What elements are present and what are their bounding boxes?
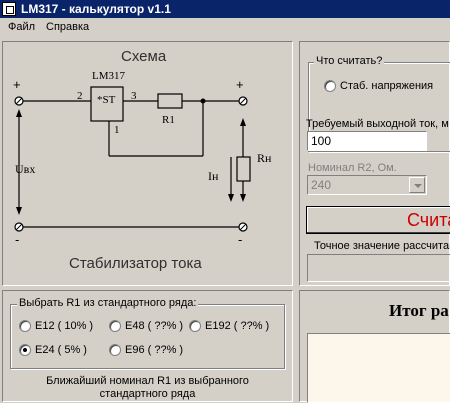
r1-series-groupbox — [10, 304, 285, 369]
pin-3: 3 — [131, 90, 137, 102]
nearest-label-1: Ближайший номинал R1 из выбранного — [46, 375, 249, 387]
schema-panel: Схема LM317 *ST 2 3 1 R1 Rн Uвх Iн + + -… — [2, 41, 293, 286]
result-box — [307, 333, 450, 403]
schema-title: Схема — [121, 48, 167, 65]
current-label: Требуемый выходной ток, м — [306, 118, 449, 130]
rn-label: Rн — [257, 151, 272, 165]
plus-left: + — [13, 77, 21, 92]
i-label: Iн — [208, 169, 219, 183]
calc-panel: Что считать? Стаб. напряжения Требуемый … — [299, 41, 450, 286]
menu-file[interactable]: Файл — [6, 20, 37, 35]
r2-value: 240 — [311, 178, 332, 192]
exact-value-field — [307, 254, 450, 282]
minus-right: - — [238, 232, 243, 247]
r2-label: Номинал R2, Ом. — [308, 162, 397, 174]
chevron-down-icon[interactable] — [409, 177, 425, 193]
label-e24: E24 ( 5% ) — [35, 344, 87, 356]
r1-label: R1 — [162, 114, 175, 126]
mode-radio[interactable] — [324, 80, 336, 92]
mode-label: Стаб. напряжения — [340, 80, 434, 92]
result-title: Итог ра — [389, 301, 449, 320]
menu-help[interactable]: Справка — [44, 20, 91, 35]
result-panel: Итог ра — [299, 290, 450, 403]
calculate-button[interactable]: Счита — [306, 206, 450, 234]
radio-e96[interactable] — [109, 344, 121, 356]
schema-diagram — [14, 86, 251, 232]
r1-series-panel: Выбрать R1 из стандартного ряда: E12 ( 1… — [2, 290, 293, 402]
label-e96: E96 ( ??% ) — [125, 344, 184, 356]
radio-e12[interactable] — [19, 320, 31, 332]
mode-group-title: Что считать? — [314, 55, 385, 68]
plus-right: + — [236, 77, 244, 92]
current-input[interactable]: 100 — [307, 131, 427, 151]
uin-label: Uвх — [15, 162, 36, 176]
radio-e24[interactable] — [19, 344, 31, 356]
pin-2: 2 — [77, 90, 83, 102]
menu-bar: Файл Справка — [0, 18, 450, 37]
title-bar: LM317 - калькулятор v1.1 — [0, 0, 450, 18]
calculate-label: Счита — [407, 210, 450, 230]
radio-e192[interactable] — [189, 320, 201, 332]
label-e192: E192 ( ??% ) — [205, 320, 270, 332]
schema-caption: Стабилизатор тока — [69, 255, 202, 272]
radio-e48[interactable] — [109, 320, 121, 332]
exact-label: Точное значение рассчитан — [314, 240, 450, 252]
chip-inner-label: *ST — [97, 94, 116, 106]
minus-left: - — [15, 232, 20, 247]
app-icon[interactable] — [2, 2, 16, 16]
label-e12: E12 ( 10% ) — [35, 320, 94, 332]
r1-series-title: Выбрать R1 из стандартного ряда: — [17, 297, 199, 310]
label-e48: E48 ( ??% ) — [125, 320, 184, 332]
pin-1: 1 — [114, 124, 120, 136]
r2-select[interactable]: 240 — [307, 175, 427, 195]
nearest-label-2: стандартного ряда — [99, 388, 196, 400]
window-title: LM317 - калькулятор v1.1 — [21, 2, 171, 16]
chip-label: LM317 — [92, 70, 125, 82]
